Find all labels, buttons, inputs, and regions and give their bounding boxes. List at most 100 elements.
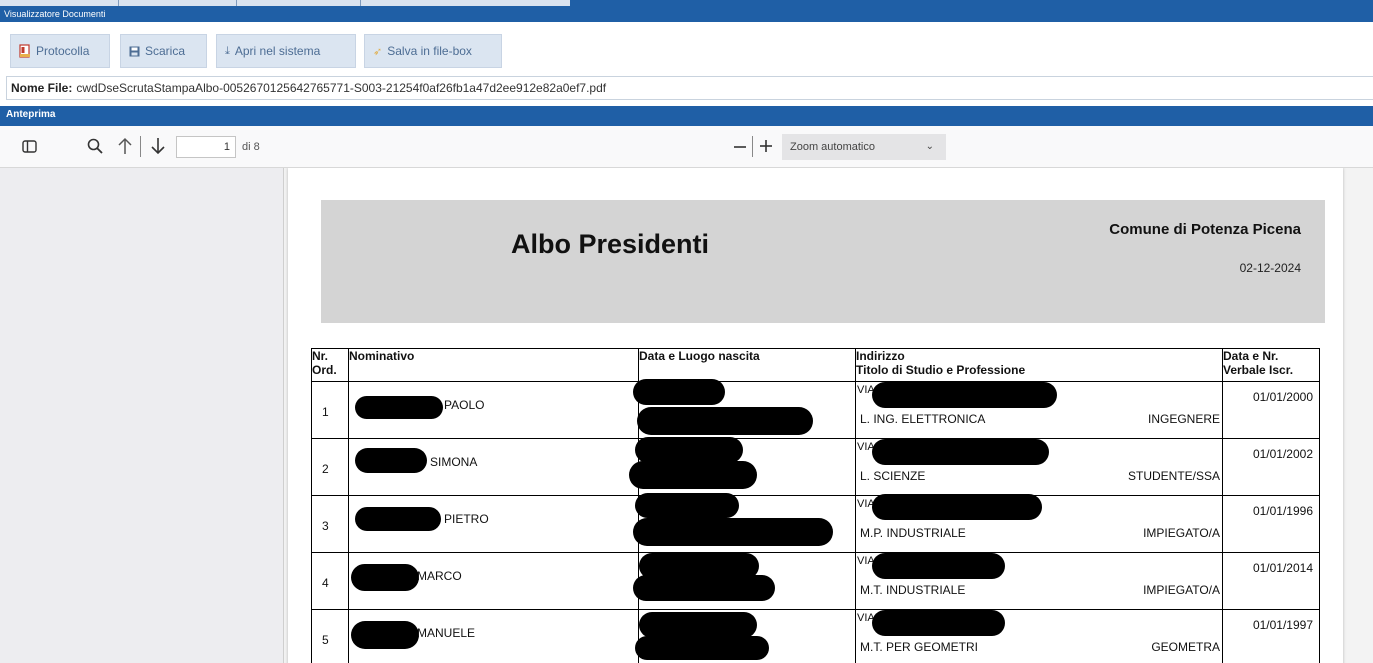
protocolla-button[interactable]: Protocolla xyxy=(10,34,110,68)
cell-indirizzo: VIA L. ING. ELETTRONICA INGEGNERE xyxy=(855,381,1223,439)
cell-nr: 1 xyxy=(311,381,349,439)
cell-nominativo: MARCO xyxy=(348,552,639,610)
redaction-mark xyxy=(639,612,757,638)
row-name: SIMONA xyxy=(430,455,478,469)
pdf-thumbnail-sidebar[interactable] xyxy=(0,168,284,663)
redaction-mark xyxy=(872,382,1057,408)
redaction-mark xyxy=(633,518,833,546)
cell-indirizzo: VIA M.T. INDUSTRIALE IMPIEGATO/A xyxy=(855,552,1223,610)
nav-divider xyxy=(140,136,141,157)
row-verbale: 01/01/2014 xyxy=(1252,561,1313,575)
row-name: PIETRO xyxy=(444,512,489,526)
header-data-luogo: Data e Luogo nascita xyxy=(638,348,856,382)
header-nr-line1: Nr. xyxy=(312,349,329,363)
redaction-mark xyxy=(351,564,419,591)
pdf-page: Albo Presidenti Comune di Potenza Picena… xyxy=(288,168,1343,663)
redaction-mark xyxy=(872,610,1005,636)
redaction-mark xyxy=(635,636,769,660)
salva-label: Salva in file-box xyxy=(387,44,472,58)
cell-nr: 5 xyxy=(311,609,349,663)
cell-indirizzo: VIA L. SCIENZE STUDENTE/SSA xyxy=(855,438,1223,496)
row-verbale: 01/01/2000 xyxy=(1252,390,1313,404)
redaction-mark xyxy=(355,448,427,473)
header-verbale: Data e Nr. Verbale Iscr. xyxy=(1222,348,1320,382)
row-professione: INGEGNERE xyxy=(1147,412,1220,426)
header-verbale-line2: Verbale Iscr. xyxy=(1223,363,1294,377)
document-toolbar: Protocolla Scarica ⤓ Apri nel sistema ➶ … xyxy=(0,22,1373,72)
cell-nominativo: MANUELE xyxy=(348,609,639,663)
preview-section-header: Anteprima xyxy=(0,106,1373,126)
row-professione: IMPIEGATO/A xyxy=(1143,583,1220,597)
table-row: 1 PAOLO VIA L. ING. ELETTRONICA INGEGNER… xyxy=(311,379,1320,439)
apri-label: Apri nel sistema xyxy=(234,44,321,58)
row-name: MANUELE xyxy=(417,626,476,640)
header-indirizzo-line1: Indirizzo xyxy=(856,349,905,363)
pdf-viewer-toolbar: 1 di 8 Zoom automatico ⌄ xyxy=(0,126,1373,168)
zoom-out-icon[interactable] xyxy=(732,139,748,155)
row-professione: STUDENTE/SSA xyxy=(1127,469,1220,483)
cell-nr: 2 xyxy=(311,438,349,496)
cell-data-luogo xyxy=(629,437,856,496)
arrow-up-icon[interactable] xyxy=(117,136,133,156)
cell-nominativo: PIETRO xyxy=(348,495,639,553)
zoom-select-value: Zoom automatico xyxy=(790,141,875,153)
row-professione: GEOMETRA xyxy=(1151,640,1220,654)
chevron-down-icon: ⌄ xyxy=(925,141,934,152)
search-icon[interactable] xyxy=(87,138,103,154)
arrow-down-icon[interactable] xyxy=(150,136,166,156)
redaction-mark xyxy=(351,621,419,649)
redaction-mark xyxy=(872,439,1049,465)
salva-file-box-button[interactable]: ➶ Salva in file-box xyxy=(364,34,502,68)
page-number-input[interactable]: 1 xyxy=(176,136,236,158)
cell-data-luogo xyxy=(635,609,856,663)
cell-verbale: 01/01/1996 xyxy=(1222,495,1320,553)
preview-section-title: Anteprima xyxy=(6,109,56,120)
redaction-mark xyxy=(633,379,725,405)
protocol-icon xyxy=(19,44,30,58)
header-nominativo: Nominativo xyxy=(348,348,639,382)
table-row: 4 MARCO VIA M.T. INDUSTRIALE IMPIEGATO/A… xyxy=(311,552,1320,610)
cell-nr: 3 xyxy=(311,495,349,553)
scarica-button[interactable]: Scarica xyxy=(120,34,207,68)
zoom-select[interactable]: Zoom automatico ⌄ xyxy=(782,134,946,160)
row-number: 4 xyxy=(322,576,329,590)
cell-nominativo: SIMONA xyxy=(348,438,639,496)
sidebar-toggle-icon[interactable] xyxy=(22,139,37,154)
top-tab-strip xyxy=(0,0,570,6)
pdf-viewer-area[interactable]: Albo Presidenti Comune di Potenza Picena… xyxy=(284,168,1373,663)
albo-table: Nr. Ord. Nominativo Data e Luogo nascita… xyxy=(311,348,1320,663)
cell-data-luogo xyxy=(633,379,856,439)
apri-nel-sistema-button[interactable]: ⤓ Apri nel sistema xyxy=(216,34,356,68)
zoom-divider xyxy=(752,136,753,157)
header-indirizzo-line2: Titolo di Studio e Professione xyxy=(856,363,1026,377)
row-name: PAOLO xyxy=(444,398,485,412)
document-title: Albo Presidenti xyxy=(511,229,710,259)
document-date: 02-12-2024 xyxy=(1239,261,1301,275)
page-total-label: di 8 xyxy=(242,141,260,153)
cell-verbale: 01/01/1997 xyxy=(1222,609,1320,663)
save-disk-icon xyxy=(129,46,140,56)
redaction-mark xyxy=(637,407,813,435)
zoom-in-icon[interactable] xyxy=(758,138,774,154)
file-name-label: Nome File: xyxy=(11,81,73,95)
scarica-label: Scarica xyxy=(145,44,186,58)
row-name: MARCO xyxy=(417,569,462,583)
redaction-mark xyxy=(635,493,739,518)
row-verbale: 01/01/2002 xyxy=(1252,447,1313,461)
cell-verbale: 01/01/2002 xyxy=(1222,438,1320,496)
cell-nominativo: PAOLO xyxy=(348,381,639,439)
cell-verbale: 01/01/2014 xyxy=(1222,552,1320,610)
file-box-icon: ➶ xyxy=(373,45,383,58)
header-verbale-line1: Data e Nr. xyxy=(1223,349,1279,363)
row-titolo: L. ING. ELETTRONICA xyxy=(860,412,986,426)
redaction-mark xyxy=(635,437,743,463)
header-indirizzo: Indirizzo Titolo di Studio e Professione xyxy=(855,348,1223,382)
cell-indirizzo: VIA M.T. PER GEOMETRI GEOMETRA xyxy=(855,609,1223,663)
cell-verbale: 01/01/2000 xyxy=(1222,381,1320,439)
row-number: 3 xyxy=(322,519,329,533)
download-arrow-icon: ⤓ xyxy=(225,44,230,57)
cell-indirizzo: VIA M.P. INDUSTRIALE IMPIEGATO/A xyxy=(855,494,1223,553)
file-name-value: cwdDseScrutaStampaAlbo-00526701256427657… xyxy=(76,81,607,95)
row-number: 1 xyxy=(322,405,329,419)
document-comune: Comune di Potenza Picena xyxy=(1109,221,1301,238)
